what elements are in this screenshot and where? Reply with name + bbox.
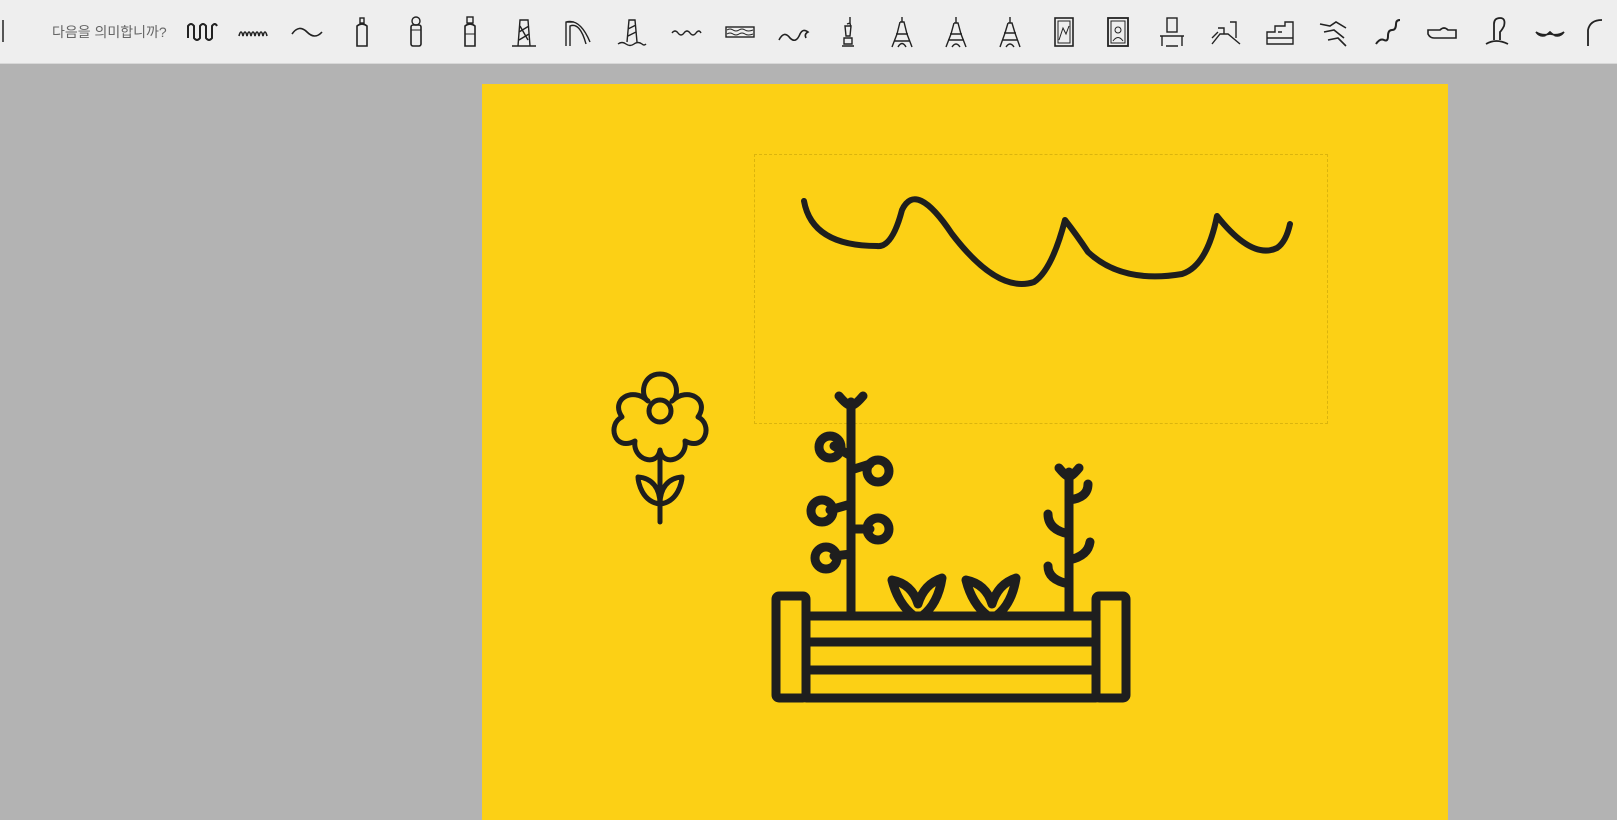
statue-of-liberty-icon[interactable]: [828, 10, 868, 54]
museum-exhibit-icon[interactable]: [1152, 10, 1192, 54]
eiffel-tower-icon[interactable]: [882, 10, 922, 54]
eiffel-tower-2-icon[interactable]: [936, 10, 976, 54]
ocean-wave-icon[interactable]: [774, 10, 814, 54]
twisted-tower-icon[interactable]: [504, 10, 544, 54]
framed-art-icon[interactable]: [1044, 10, 1084, 54]
scribble-wave[interactable]: [801, 196, 1293, 287]
water-wavy-rect-icon[interactable]: [720, 10, 760, 54]
eiffel-tower-3-icon[interactable]: [990, 10, 1030, 54]
dragon-icon[interactable]: [1314, 10, 1354, 54]
canvas-artwork: [611, 196, 1293, 703]
mustache-icon[interactable]: [1530, 10, 1570, 54]
suggestion-toolbar: 다음을 의미합니까?: [0, 0, 1617, 64]
flower-doodle[interactable]: [611, 371, 709, 525]
tall-bottle-icon[interactable]: [450, 10, 490, 54]
did-you-mean-prompt: 다음을 의미합니까?: [52, 24, 167, 40]
wavy-zigzag-icon[interactable]: [182, 10, 222, 54]
small-wave-icon[interactable]: [666, 10, 706, 54]
serpent-icon[interactable]: [1368, 10, 1408, 54]
arch-partial-icon[interactable]: [1580, 10, 1617, 54]
tilde-wave-icon[interactable]: [287, 10, 327, 54]
squiggle-icon[interactable]: [233, 10, 273, 54]
cobra-icon[interactable]: [1476, 10, 1516, 54]
column-icon[interactable]: [396, 10, 436, 54]
hand-icon[interactable]: [1422, 10, 1462, 54]
drawing-canvas[interactable]: [482, 84, 1448, 820]
text-cursor: [2, 20, 4, 42]
fortress-icon[interactable]: [1260, 10, 1300, 54]
garden-planter-icon[interactable]: [771, 391, 1131, 703]
framed-art-2-icon[interactable]: [1098, 10, 1138, 54]
arch-slide-icon[interactable]: [558, 10, 598, 54]
great-wall-icon[interactable]: [1206, 10, 1246, 54]
bottle-icon[interactable]: [342, 10, 382, 54]
spiral-tower-water-icon[interactable]: [612, 10, 652, 54]
